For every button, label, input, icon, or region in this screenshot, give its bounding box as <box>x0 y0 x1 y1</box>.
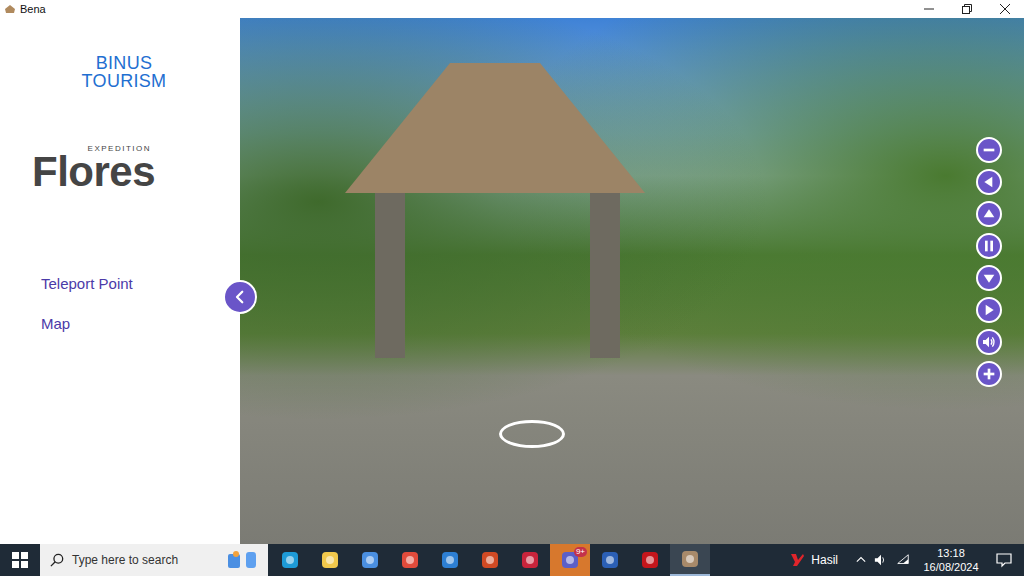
mendeley-icon <box>520 550 540 570</box>
clock-date: 16/08/2024 <box>923 560 978 574</box>
store-icon <box>360 550 380 570</box>
viewer-controls <box>976 137 1002 387</box>
taskbar: Type here to search 9+ Hasil 13:1816/08/202… <box>0 544 1024 576</box>
notification-icon <box>996 552 1012 568</box>
taskbar-app[interactable] <box>590 544 630 576</box>
speaker-icon[interactable] <box>874 553 888 567</box>
expedition-flores-logo: EXPEDITIONFlores <box>32 144 155 191</box>
chevron-left-icon <box>231 288 249 306</box>
taskbar-app[interactable] <box>670 544 710 576</box>
app-window: Bena BINUSTOURISM EXPEDITIONFlores Teleport… <box>0 0 1024 576</box>
notifications-button[interactable] <box>984 544 1024 576</box>
down-button[interactable] <box>976 265 1002 291</box>
taskbar-app[interactable] <box>630 544 670 576</box>
title-bar: Bena <box>0 0 1024 18</box>
left-icon <box>981 174 997 190</box>
panorama-photo <box>240 18 1024 544</box>
sidebar: BINUSTOURISM EXPEDITIONFlores Teleport Poi… <box>0 18 240 544</box>
system-tray <box>856 553 910 567</box>
taskbar-app[interactable] <box>430 544 470 576</box>
mail-icon <box>440 550 460 570</box>
close-button[interactable] <box>986 0 1024 18</box>
acrobat-icon <box>640 550 660 570</box>
pause-icon <box>981 238 997 254</box>
sound-button[interactable] <box>976 329 1002 355</box>
main-area: BINUSTOURISM EXPEDITIONFlores Teleport Poi… <box>0 18 1024 544</box>
gate-roof <box>345 63 645 193</box>
restore-button[interactable] <box>948 0 986 18</box>
window-controls <box>910 0 1024 18</box>
wifi-icon[interactable] <box>896 553 910 567</box>
down-icon <box>981 270 997 286</box>
explorer-icon <box>320 550 340 570</box>
windows-icon <box>12 552 28 568</box>
zoom-in-icon <box>981 366 997 382</box>
taskbar-app[interactable] <box>270 544 310 576</box>
hasil-icon <box>789 552 805 568</box>
sidebar-item[interactable]: Teleport Point <box>41 275 240 293</box>
right-icon <box>981 302 997 318</box>
clock-time: 13:18 <box>937 546 965 560</box>
teleport-hotspot[interactable] <box>499 420 565 448</box>
zoom-out-button[interactable] <box>976 137 1002 163</box>
left-button[interactable] <box>976 169 1002 195</box>
zoom-out-icon <box>981 142 997 158</box>
gate-pillar <box>375 193 405 358</box>
brand-line: TOURISM <box>82 72 167 90</box>
edge-icon <box>280 550 300 570</box>
restore-icon <box>962 4 972 14</box>
sidebar-item[interactable]: Map <box>41 315 240 333</box>
zoom-in-button[interactable] <box>976 361 1002 387</box>
clock[interactable]: 13:1816/08/2024 <box>918 546 984 574</box>
up-button[interactable] <box>976 201 1002 227</box>
brand-line: BINUS <box>96 54 153 72</box>
taskbar-app[interactable] <box>390 544 430 576</box>
powerpoint-icon <box>480 550 500 570</box>
taskbar-apps: 9+ <box>270 544 710 576</box>
right-button[interactable] <box>976 297 1002 323</box>
chrome-icon <box>400 550 420 570</box>
gate-pillar <box>590 193 620 358</box>
start-button[interactable] <box>0 544 40 576</box>
binus-tourism-logo: BINUSTOURISM <box>0 54 240 90</box>
pause-button[interactable] <box>976 233 1002 259</box>
chevron-up-icon[interactable] <box>856 555 866 565</box>
expedition-name: Flores <box>32 153 155 191</box>
taskbar-app[interactable] <box>310 544 350 576</box>
app-badge: 9+ <box>574 547 587 557</box>
taskbar-app[interactable]: 9+ <box>550 544 590 576</box>
taskbar-app[interactable] <box>510 544 550 576</box>
weather-label: Hasil <box>811 553 838 567</box>
collapse-sidebar-button[interactable] <box>223 280 257 314</box>
taskbar-app[interactable] <box>350 544 390 576</box>
search-icon <box>50 553 64 567</box>
taskbar-app[interactable] <box>470 544 510 576</box>
minimize-icon <box>924 4 934 14</box>
panorama-viewer[interactable] <box>240 18 1024 544</box>
bena-icon <box>680 549 700 569</box>
word-icon <box>600 550 620 570</box>
search-placeholder: Type here to search <box>72 553 216 567</box>
search-highlight-icon <box>224 548 264 572</box>
taskbar-search[interactable]: Type here to search <box>40 544 268 576</box>
minimize-button[interactable] <box>910 0 948 18</box>
weather-widget[interactable]: Hasil <box>789 552 838 568</box>
up-icon <box>981 206 997 222</box>
app-icon <box>4 3 16 15</box>
expedition-tag: EXPEDITION <box>88 144 151 153</box>
sound-icon <box>981 334 997 350</box>
sidebar-nav: Teleport Point Map <box>0 275 240 333</box>
window-title: Bena <box>20 3 46 15</box>
close-icon <box>1000 4 1010 14</box>
